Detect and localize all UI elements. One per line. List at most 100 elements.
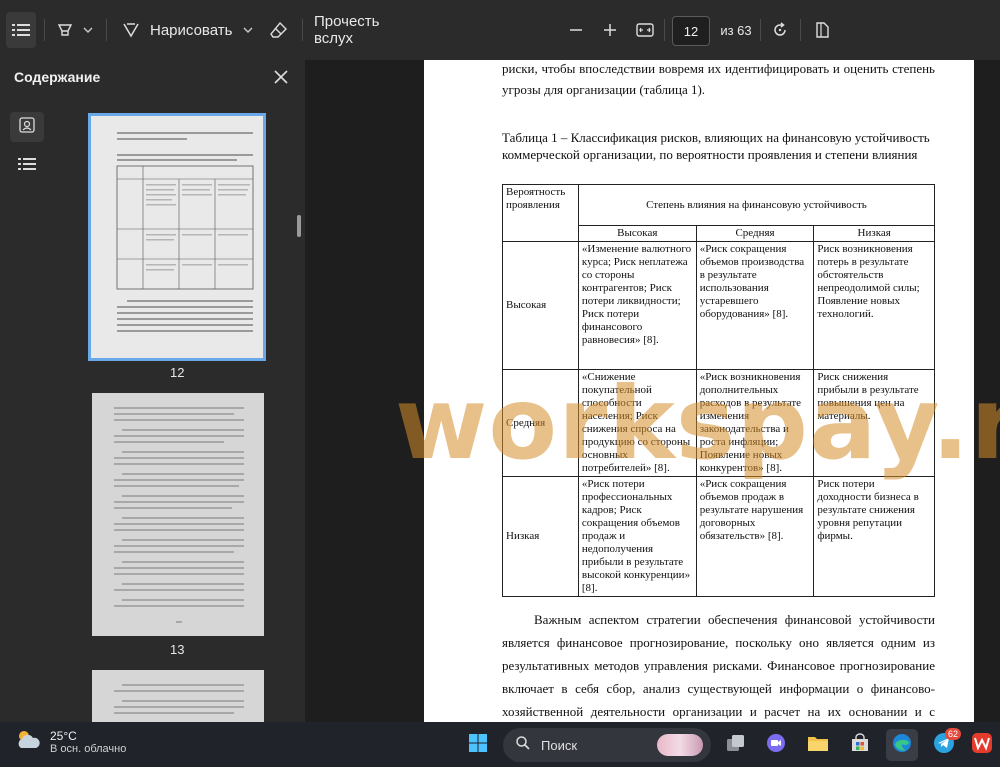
- paragraph-line: включает в себя сбор, анализ существующе…: [502, 681, 935, 696]
- store-button[interactable]: [844, 729, 876, 761]
- contents-icon: [12, 23, 30, 37]
- pdf-viewer-window: Нарисовать Прочесть вслух 12 из 63 Содер…: [0, 0, 1000, 767]
- thumbnail-label-13: 13: [170, 642, 185, 657]
- plus-icon: [603, 23, 617, 37]
- paragraph-line: Важным аспектом стратегии обеспечения фи…: [534, 612, 935, 627]
- page-thumbnail-14[interactable]: [92, 670, 264, 722]
- draw-button[interactable]: Нарисовать: [122, 12, 238, 48]
- table-row: Высокая «Изменение валютного курса; Риск…: [502, 241, 935, 370]
- search-highlight-image: [657, 734, 703, 756]
- page-view-button[interactable]: [808, 12, 836, 48]
- table-row: Низкая «Риск потери профессиональных кад…: [502, 476, 935, 597]
- paragraph-line: хозяйственной деятельности организации и…: [502, 704, 935, 722]
- highlight-icon: [56, 21, 74, 39]
- weather-desc: В осн. облачно: [50, 742, 127, 755]
- file-explorer-button[interactable]: [802, 729, 834, 761]
- weather-temp: 25°C: [50, 728, 77, 743]
- telegram-button[interactable]: 62: [928, 727, 961, 761]
- table-caption-line-1: Таблица 1 – Классификация рисков, влияющ…: [502, 130, 930, 145]
- table-row: Средняя «Снижение покупательной способно…: [502, 369, 935, 477]
- document-viewer: риски, чтобы впоследствии вовремя их иде…: [305, 60, 1000, 722]
- table-cell: «Изменение валютного курса; Риск неплате…: [577, 241, 697, 370]
- col-header-low: Низкая: [813, 225, 935, 242]
- thumbnail-preview: [114, 407, 244, 623]
- zoom-out-button[interactable]: [562, 12, 590, 48]
- read-aloud-label: Прочесть вслух: [314, 13, 380, 47]
- toolbar-divider: [800, 19, 801, 41]
- taskbar-search[interactable]: Поиск: [503, 728, 711, 762]
- intro-line-2: угрозы для организации (таблица 1).: [502, 82, 706, 97]
- task-view-button[interactable]: [720, 729, 752, 761]
- chevron-down-icon: [243, 27, 253, 33]
- row-label: Высокая: [502, 241, 579, 370]
- table-cell: «Риск сокращения объемов производства в …: [695, 241, 815, 370]
- thumbnails-icon: [19, 117, 35, 137]
- page-thumbnail-12[interactable]: [88, 113, 266, 361]
- thumbnail-label-12: 12: [170, 365, 185, 380]
- table-cell: «Риск сокращения объемов продаж в резуль…: [695, 476, 815, 597]
- paragraph-line: является финансовое прогнозирование, пос…: [502, 635, 935, 650]
- table-cell: «Снижение покупательной способности насе…: [577, 369, 697, 477]
- table-corner-header: Вероятность проявления: [502, 184, 579, 242]
- page-thumbnail-13[interactable]: [92, 393, 264, 636]
- draw-options-button[interactable]: [240, 12, 256, 48]
- fit-page-icon: [636, 23, 654, 37]
- start-button[interactable]: [462, 729, 494, 761]
- search-label: Поиск: [541, 737, 578, 753]
- telegram-icon: 62: [933, 727, 961, 759]
- toolbar-divider: [302, 19, 303, 41]
- wps-office-icon: [971, 732, 993, 759]
- weather-cloud-icon: [14, 728, 42, 755]
- erase-button[interactable]: [266, 12, 292, 48]
- highlight-button[interactable]: [52, 12, 78, 48]
- toolbar-divider: [664, 19, 665, 41]
- table-group-header: Степень влияния на финансовую устойчивос…: [577, 184, 936, 226]
- chevron-down-icon: [83, 27, 93, 33]
- zoom-in-button[interactable]: [596, 12, 624, 48]
- contents-panel: Содержание 12 13: [0, 60, 305, 722]
- document-page: риски, чтобы впоследствии вовремя их иде…: [424, 60, 974, 722]
- file-explorer-icon: [807, 734, 829, 757]
- draw-icon: [122, 21, 140, 39]
- thumbnail-preview: [114, 684, 244, 714]
- intro-text: риски, чтобы впоследствии вовремя их иде…: [502, 61, 935, 76]
- page-number-input[interactable]: 12: [672, 16, 710, 46]
- tab-thumbnails[interactable]: [10, 112, 44, 142]
- table-caption-line-2: коммерческой организации, по вероятности…: [502, 147, 918, 162]
- intro-line-1: риски, чтобы впоследствии вовремя их иде…: [502, 61, 935, 77]
- start-windows-icon: [468, 733, 488, 758]
- outline-icon: [18, 156, 36, 175]
- eraser-icon: [270, 21, 288, 39]
- read-aloud-button[interactable]: Прочесть вслух: [314, 12, 414, 48]
- chat-button[interactable]: [760, 729, 792, 761]
- chat-icon: [765, 732, 787, 759]
- tab-outline[interactable]: [10, 150, 44, 180]
- paragraph-line: результативных методов управления рискам…: [502, 658, 935, 673]
- rotate-button[interactable]: [766, 12, 794, 48]
- wps-office-button[interactable]: [966, 729, 998, 761]
- table-header-row: Вероятность проявления Степень влияния н…: [502, 184, 936, 242]
- highlight-options-button[interactable]: [80, 12, 96, 48]
- page-view-icon: [813, 21, 831, 39]
- row-label: Низкая: [502, 476, 579, 597]
- toolbar-divider: [106, 19, 107, 41]
- table-cell: Риск снижения прибыли в результате повыш…: [813, 369, 935, 477]
- panel-scrollbar[interactable]: [297, 215, 301, 237]
- task-view-icon: [726, 734, 746, 757]
- col-header-high: Высокая: [577, 225, 697, 242]
- row-label: Средняя: [502, 369, 579, 477]
- notification-badge: 62: [944, 727, 961, 740]
- close-panel-button[interactable]: [270, 66, 292, 88]
- toolbar-divider: [760, 19, 761, 41]
- table-cell: Риск потери доходности бизнеса в результ…: [813, 476, 935, 597]
- contents-button[interactable]: [6, 12, 36, 48]
- page-total-label: из 63: [720, 22, 752, 38]
- fit-page-button[interactable]: [630, 12, 660, 48]
- table-cell: «Риск возникновения дополнительных расхо…: [695, 369, 815, 477]
- edge-button[interactable]: [886, 729, 918, 761]
- store-icon: [850, 732, 870, 758]
- minus-icon: [569, 23, 583, 37]
- search-icon: [515, 735, 531, 756]
- risk-table: Вероятность проявления Степень влияния н…: [502, 184, 936, 597]
- weather-widget[interactable]: 25°C В осн. облачно: [14, 728, 126, 755]
